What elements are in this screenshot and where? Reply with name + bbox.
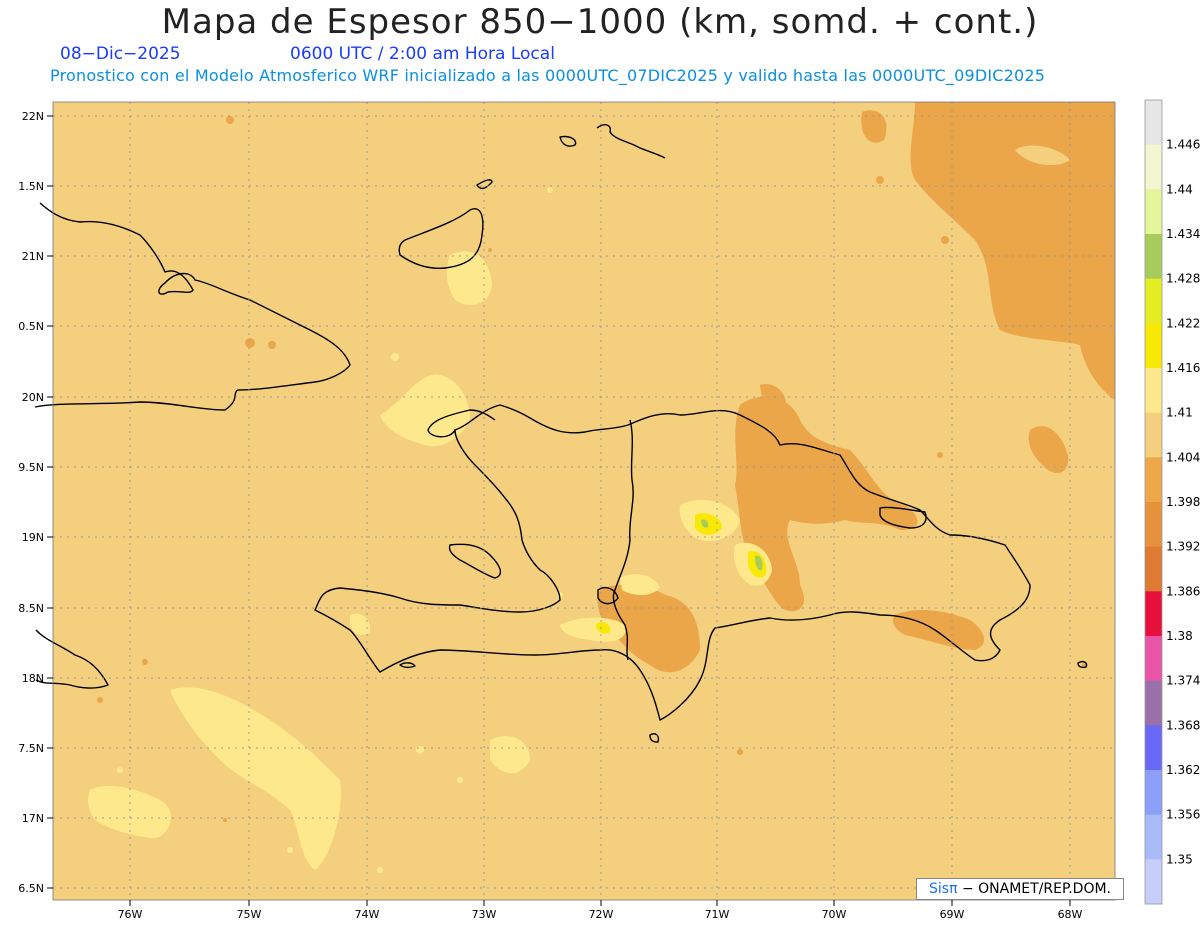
colorbar-label: 1.404 (1166, 450, 1200, 464)
lon-label: 70W (822, 908, 847, 921)
colorbar-label: 1.374 (1166, 674, 1200, 688)
colorbar-swatch (1145, 770, 1162, 816)
colorbar-swatch (1145, 814, 1162, 860)
colorbar-label: 1.386 (1166, 584, 1200, 598)
colorbar-swatch (1145, 278, 1162, 324)
lon-label: 75W (237, 908, 262, 921)
lon-label: 69W (940, 908, 965, 921)
colorbar-label: 1.38 (1166, 629, 1193, 643)
colorbar-swatch (1145, 100, 1162, 146)
plot-background (53, 102, 1115, 900)
colorbar-label: 1.362 (1166, 763, 1200, 777)
colorbar-swatch (1145, 189, 1162, 235)
lon-label: 72W (589, 908, 614, 921)
lat-label: 19N (22, 531, 44, 544)
lat-label: 7.5N (18, 742, 44, 755)
colorbar-swatch (1145, 457, 1162, 503)
colorbar-swatch (1145, 234, 1162, 280)
lat-label: 21N (22, 250, 44, 263)
colorbar-swatch (1145, 368, 1162, 414)
colorbar: 1.446 1.44 1.434 1.428 1.422 1.416 1.41 1.404 1.… (1144, 99, 1200, 905)
colorbar-swatch (1145, 725, 1162, 771)
lat-label: 6.5N (18, 882, 44, 895)
colorbar-swatch (1145, 144, 1162, 190)
colorbar-swatch (1145, 546, 1162, 592)
colorbar-swatch (1145, 680, 1162, 726)
lat-label: 8.5N (18, 602, 44, 615)
colorbar-label: 1.446 (1166, 138, 1200, 152)
colorbar-swatch (1145, 502, 1162, 548)
colorbar-label: 1.422 (1166, 316, 1200, 330)
latitude-labels: 22N 1.5N 21N 0.5N 20N 9.5N 19N 8.5N 18N … (18, 110, 44, 895)
colorbar-label: 1.398 (1166, 495, 1200, 509)
colorbar-label: 1.35 (1166, 852, 1193, 866)
colorbar-swatch (1145, 323, 1162, 369)
colorbar-swatch (1145, 859, 1162, 905)
colorbar-swatch (1145, 636, 1162, 682)
colorbar-label: 1.368 (1166, 718, 1200, 732)
colorbar-label: 1.356 (1166, 808, 1200, 822)
colorbar-swatch (1145, 412, 1162, 458)
credit-pi: π (949, 881, 958, 897)
lon-label: 76W (118, 908, 143, 921)
colorbar-label: 1.434 (1166, 227, 1200, 241)
colorbar-label: 1.428 (1166, 272, 1200, 286)
lat-label: 1.5N (18, 180, 44, 193)
thickness-map: 22N 1.5N 21N 0.5N 20N 9.5N 19N 8.5N 18N … (18, 99, 1200, 921)
colorbar-label: 1.44 (1166, 182, 1193, 196)
lon-label: 68W (1058, 908, 1083, 921)
lon-label: 71W (705, 908, 730, 921)
lon-label: 74W (355, 908, 380, 921)
lon-label: 73W (472, 908, 497, 921)
lat-label: 9.5N (18, 461, 44, 474)
lat-label: 18N (22, 672, 44, 685)
colorbar-label: 1.416 (1166, 361, 1200, 375)
longitude-labels: 76W 75W 74W 73W 72W 71W 70W 69W 68W (118, 908, 1083, 921)
colorbar-swatch (1145, 591, 1162, 637)
credit-sis: Sis (928, 881, 950, 897)
credit-box: Sisπ − ONAMET/REP.DOM. (916, 878, 1124, 900)
colorbar-label: 1.41 (1166, 406, 1193, 420)
lat-label: 0.5N (18, 320, 44, 333)
lat-label: 20N (22, 391, 44, 404)
credit-org: − ONAMET/REP.DOM. (961, 881, 1112, 897)
lat-label: 22N (22, 110, 44, 123)
colorbar-label: 1.392 (1166, 540, 1200, 554)
lat-label: 17N (22, 812, 44, 825)
